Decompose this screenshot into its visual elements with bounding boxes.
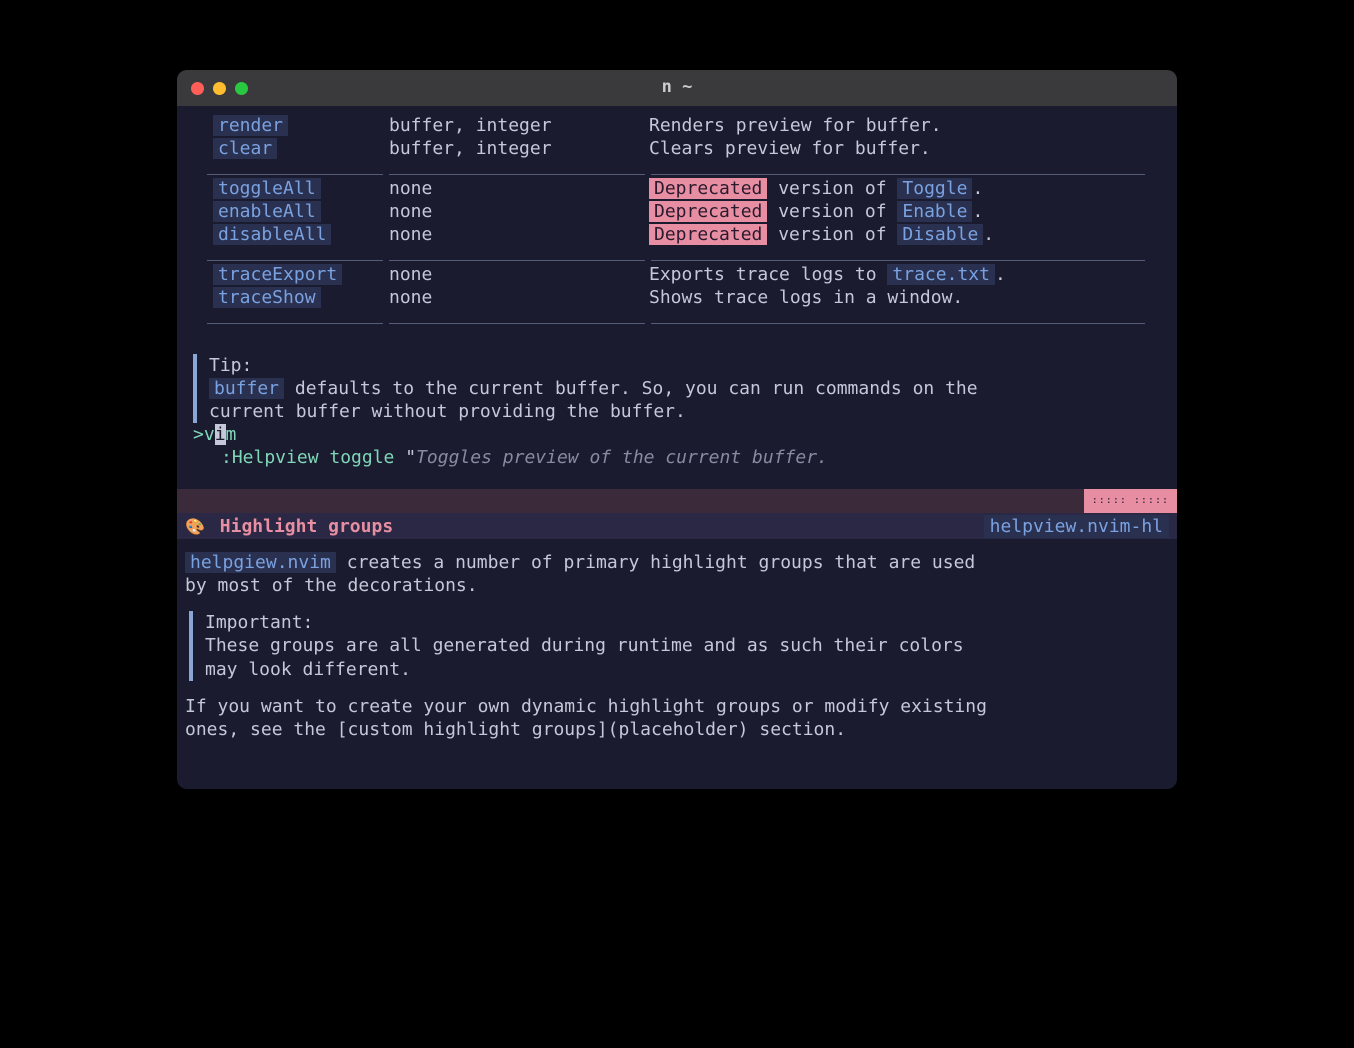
table-row: render buffer, integer Renders preview f… [177, 114, 1177, 137]
link[interactable]: Enable [897, 201, 972, 222]
command-name: toggleAll [213, 178, 321, 199]
titlebar: n ~ [177, 70, 1177, 106]
command-args: buffer, integer [389, 137, 649, 160]
important-block: Important: These groups are all generate… [189, 611, 1165, 680]
section-tag: helpview.nvim-hl [984, 515, 1169, 538]
table-row: traceShow none Shows trace logs in a win… [177, 286, 1177, 309]
window-title: n ~ [662, 77, 693, 99]
minimize-icon[interactable] [213, 82, 226, 95]
section-indicator: ::::: ::::: [1084, 489, 1177, 513]
link[interactable]: Disable [897, 224, 983, 245]
link[interactable]: Toggle [897, 178, 972, 199]
code-inline: buffer [209, 378, 284, 399]
important-label: Important: [205, 611, 1165, 634]
terminal-content[interactable]: render buffer, integer Renders preview f… [177, 106, 1177, 789]
close-icon[interactable] [191, 82, 204, 95]
command-name: disableAll [213, 224, 331, 245]
table-row: clear buffer, integer Clears preview for… [177, 137, 1177, 160]
example-command: :Helpview toggle "Toggles preview of the… [221, 446, 1165, 469]
vim-prompt: >vim [193, 423, 1165, 446]
command-args: none [389, 177, 649, 200]
table-row: disableAll none Deprecated version of Di… [177, 223, 1177, 246]
palette-icon: 🎨 [185, 517, 205, 536]
table-row: traceExport none Exports trace logs to t… [177, 263, 1177, 286]
command-desc: Clears preview for buffer. [649, 137, 1165, 160]
command-args: none [389, 286, 649, 309]
command-desc: Shows trace logs in a window. [649, 286, 1165, 309]
command-args: none [389, 200, 649, 223]
command-desc: Deprecated version of Enable. [649, 200, 1165, 223]
command-table: render buffer, integer Renders preview f… [177, 106, 1177, 326]
command-name: enableAll [213, 201, 321, 222]
maximize-icon[interactable] [235, 82, 248, 95]
traffic-lights [191, 82, 248, 95]
deprecated-badge: Deprecated [649, 201, 767, 222]
section-bar: ::::: ::::: [177, 489, 1177, 513]
command-desc: Exports trace logs to trace.txt. [649, 263, 1165, 286]
deprecated-badge: Deprecated [649, 178, 767, 199]
tip-block: Tip: buffer defaults to the current buff… [177, 354, 1177, 469]
tip-quote: Tip: buffer defaults to the current buff… [193, 354, 1165, 423]
command-name: traceExport [213, 264, 342, 285]
tip-label: Tip: [209, 355, 252, 376]
command-name: clear [213, 138, 277, 159]
command-args: none [389, 223, 649, 246]
command-args: buffer, integer [389, 114, 649, 137]
command-desc: Renders preview for buffer. [649, 114, 1165, 137]
table-divider [177, 309, 1177, 326]
cursor: i [215, 424, 226, 445]
table-divider [177, 246, 1177, 263]
command-args: none [389, 263, 649, 286]
link[interactable]: trace.txt [887, 264, 995, 285]
command-desc: Deprecated version of Disable. [649, 223, 1165, 246]
body-text: helpgiew.nvim creates a number of primar… [177, 539, 1177, 788]
table-row: enableAll none Deprecated version of Ena… [177, 200, 1177, 223]
section-title: Highlight groups [220, 516, 393, 537]
command-name: render [213, 115, 288, 136]
table-row: toggleAll none Deprecated version of Tog… [177, 177, 1177, 200]
code-inline: helpgiew.nvim [185, 552, 336, 573]
terminal-window: n ~ render buffer, integer Renders previ… [177, 70, 1177, 789]
table-divider [177, 160, 1177, 177]
deprecated-badge: Deprecated [649, 224, 767, 245]
command-name: traceShow [213, 287, 321, 308]
command-desc: Deprecated version of Toggle. [649, 177, 1165, 200]
section-header: 🎨 Highlight groups helpview.nvim-hl [177, 513, 1177, 539]
